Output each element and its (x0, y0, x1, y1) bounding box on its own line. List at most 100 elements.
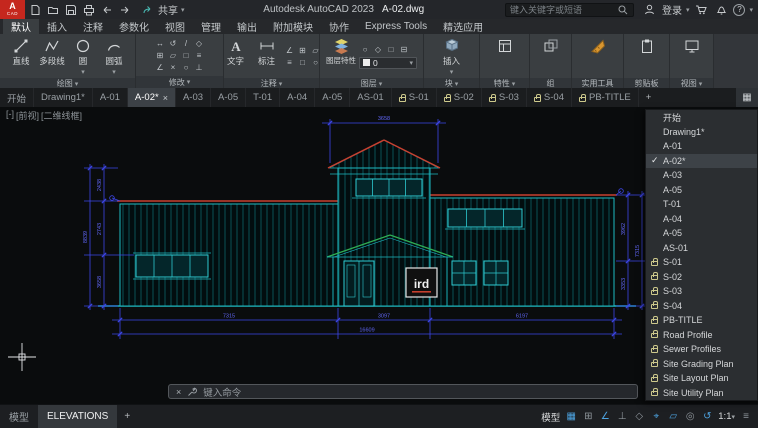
draw-panel-label[interactable]: 绘图 ▾ (0, 78, 135, 88)
tab-overflow-button[interactable]: ▦ (736, 88, 758, 107)
overflow-item[interactable]: S-03 (646, 284, 757, 299)
table-tool-icon[interactable]: ⊞ (297, 45, 309, 56)
scale-tool-icon[interactable]: □ (180, 50, 192, 61)
open-icon[interactable] (45, 2, 61, 18)
file-tab[interactable]: A-04 (280, 88, 316, 107)
layout-tab-elevations[interactable]: ELEVATIONS (38, 405, 118, 428)
file-tab[interactable]: A-05 (315, 88, 351, 107)
layer-freeze-icon[interactable]: ◇ (372, 44, 384, 55)
overflow-item[interactable]: A-05 (646, 183, 757, 198)
overflow-item[interactable]: A-05 (646, 226, 757, 241)
annotate-panel-label[interactable]: 注释 ▾ (224, 78, 319, 88)
view-control[interactable]: [前视] (16, 109, 39, 122)
ribbon-tab-insert[interactable]: 插入 (39, 19, 75, 34)
snap-icon[interactable]: ⊞ (580, 408, 596, 425)
notification-bell-icon[interactable] (713, 2, 729, 18)
file-tab-locked[interactable]: S-03 (482, 88, 527, 107)
overflow-item[interactable]: Sewer Profiles (646, 342, 757, 357)
customize-wrench-icon[interactable] (187, 387, 198, 397)
properties-panel-label[interactable]: 特性 ▾ (480, 78, 529, 88)
file-tab[interactable]: AS-01 (350, 88, 392, 107)
view-button[interactable] (678, 35, 706, 77)
overflow-item[interactable]: 开始 (646, 110, 757, 125)
annotation-visibility-icon[interactable]: ◎ (682, 408, 698, 425)
sign-in-label[interactable]: 登录 (662, 2, 682, 17)
overflow-item-current[interactable]: ✓ A-02* (646, 153, 757, 168)
insert-block-button[interactable]: 插入 ▾ (438, 35, 466, 77)
help-icon[interactable]: ? (733, 3, 746, 16)
file-tab[interactable]: Drawing1* (34, 88, 93, 107)
leader-tool-icon[interactable]: ∠ (284, 45, 296, 56)
grid-icon[interactable]: ▦ (563, 408, 579, 425)
customize-icon[interactable]: ≡ (738, 408, 754, 425)
autocad-app-button[interactable]: A CAD (0, 0, 25, 19)
overflow-item[interactable]: S-04 (646, 299, 757, 314)
ribbon-tab-express-tools[interactable]: Express Tools (357, 19, 435, 34)
overflow-item[interactable]: Site Layout Plan (646, 371, 757, 386)
ribbon-tab-annotate[interactable]: 注释 (75, 19, 111, 34)
overflow-item[interactable]: Road Profile (646, 328, 757, 343)
rotate-tool-icon[interactable]: ↺ (167, 38, 179, 49)
wipeout-tool-icon[interactable]: □ (297, 57, 309, 68)
layer-dropdown[interactable]: 0 ▾ (359, 56, 417, 69)
file-tab-locked[interactable]: S-01 (392, 88, 437, 107)
close-tab-icon[interactable]: × (163, 93, 168, 103)
ribbon-tab-featured-apps[interactable]: 精选应用 (435, 19, 491, 34)
polyline-button[interactable]: 多段线 (38, 35, 66, 77)
viewport-menu-control[interactable]: [-] (6, 109, 14, 122)
plot-icon[interactable] (81, 2, 97, 18)
properties-button[interactable] (491, 35, 519, 77)
ribbon-tab-addins[interactable]: 附加模块 (265, 19, 321, 34)
new-drawing-icon[interactable] (27, 2, 43, 18)
layer-lock-icon[interactable]: □ (385, 44, 397, 55)
move-tool-icon[interactable]: ↔ (154, 38, 166, 49)
new-layout-button[interactable]: + (117, 405, 137, 428)
trim-tool-icon[interactable]: / (180, 38, 192, 49)
paste-button[interactable] (633, 35, 661, 77)
file-tab[interactable]: A-03 (176, 88, 212, 107)
overflow-item[interactable]: AS-01 (646, 241, 757, 256)
file-tab[interactable]: T-01 (246, 88, 281, 107)
offset-tool-icon[interactable]: ⊥ (193, 62, 205, 73)
file-tab[interactable]: A-05 (211, 88, 247, 107)
polar-tracking-icon[interactable]: ∠ (597, 408, 613, 425)
mirror-tool-icon[interactable]: ▱ (167, 50, 179, 61)
array-tool-icon[interactable]: ≡ (193, 50, 205, 61)
overflow-item[interactable]: A-01 (646, 139, 757, 154)
overflow-item[interactable]: S-01 (646, 255, 757, 270)
file-tab-locked[interactable]: PB-TITLE (572, 88, 639, 107)
copy-tool-icon[interactable]: ⊞ (154, 50, 166, 61)
ribbon-tab-output[interactable]: 输出 (229, 19, 265, 34)
layer-properties-button[interactable]: 图层特性 (326, 35, 356, 77)
object-snap-icon[interactable]: ⌖ (648, 408, 664, 425)
ribbon-tab-home[interactable]: 默认 (3, 19, 39, 34)
utilities-panel-label[interactable]: 实用工具 (572, 78, 623, 88)
layer-isolate-icon[interactable]: ⊟ (398, 44, 410, 55)
user-icon[interactable] (642, 2, 658, 18)
overflow-item[interactable]: Site Utility Plan (646, 386, 757, 401)
overflow-item[interactable]: S-02 (646, 270, 757, 285)
ortho-icon[interactable]: ⊥ (614, 408, 630, 425)
dimension-button[interactable]: 标注 (253, 35, 281, 77)
share-button[interactable]: 共享 ▾ (135, 2, 189, 18)
fillet-tool-icon[interactable]: ◇ (193, 38, 205, 49)
isodraft-icon[interactable]: ◇ (631, 408, 647, 425)
measure-button[interactable] (584, 35, 612, 77)
visual-style-control[interactable]: [二维线框] (41, 109, 82, 122)
groups-panel-label[interactable]: 组 (530, 78, 571, 88)
overflow-item[interactable]: PB-TITLE (646, 313, 757, 328)
layout-tab-model[interactable]: 模型 (0, 405, 38, 428)
overflow-item[interactable]: A-03 (646, 168, 757, 183)
file-tab-locked[interactable]: S-04 (527, 88, 572, 107)
file-tab[interactable]: A-01 (93, 88, 128, 107)
line-button[interactable]: 直线 (7, 35, 35, 77)
new-tab-button[interactable]: + (639, 88, 659, 107)
overflow-item[interactable]: Drawing1* (646, 125, 757, 140)
ribbon-tab-view[interactable]: 视图 (157, 19, 193, 34)
arc-button[interactable]: 圆弧 ▾ (100, 35, 128, 77)
app-store-cart-icon[interactable] (693, 2, 709, 18)
file-tab-locked[interactable]: S-02 (437, 88, 482, 107)
ribbon-tab-collaborate[interactable]: 协作 (321, 19, 357, 34)
annotation-scale-control[interactable]: 1:1 ▾ (716, 408, 737, 425)
erase-tool-icon[interactable]: × (167, 62, 179, 73)
